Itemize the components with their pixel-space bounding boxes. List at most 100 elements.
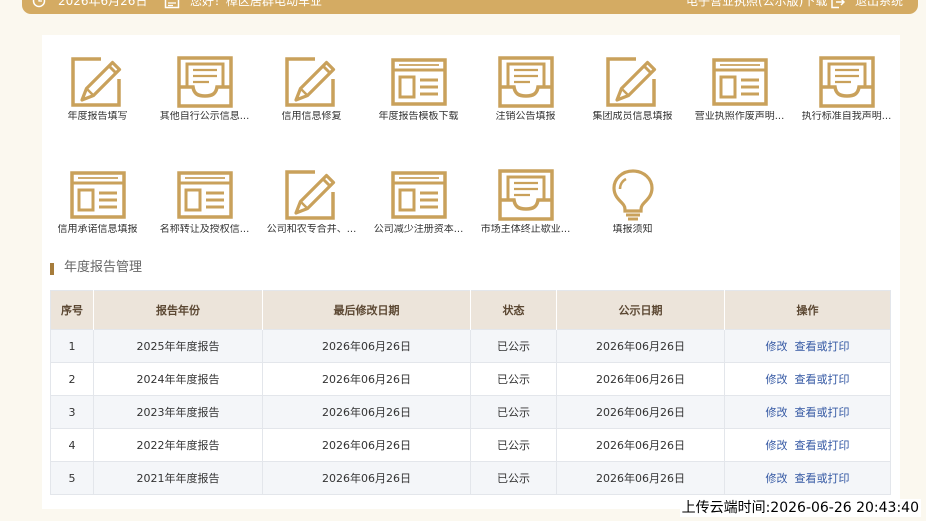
edit-icon	[604, 55, 662, 109]
cell-no: 3	[50, 395, 94, 429]
column-header-modified: 最后修改日期	[262, 290, 471, 330]
column-header-no: 序号	[50, 290, 94, 330]
current-date: 2026年6月26日	[58, 0, 148, 8]
cell-actions: 修改 查看或打印	[724, 395, 891, 429]
cell-status: 已公示	[470, 428, 557, 462]
form-icon	[711, 55, 769, 109]
menu-capital-reduction[interactable]: 公司减少注册资本...	[365, 168, 472, 236]
menu-filing-instructions[interactable]: 填报须知	[579, 168, 686, 236]
top-bar: 2026年6月26日 您好！樟区居群电动车业 电子营业执照(公示版)下载 退出系…	[22, 0, 918, 14]
table-row: 1 2025年年度报告 2026年06月26日 已公示 2026年06月26日 …	[50, 329, 891, 363]
column-header-status: 状态	[470, 290, 557, 330]
cell-modified: 2026年06月26日	[262, 329, 471, 363]
menu-item-label: 营业执照作废声明...	[694, 111, 785, 122]
form-icon	[390, 55, 448, 109]
edit-link[interactable]: 修改	[766, 406, 788, 419]
logout-link[interactable]: 退出系统	[855, 0, 903, 9]
menu-annual-report-fill[interactable]: 年度报告填写	[44, 55, 151, 123]
form-icon	[176, 168, 234, 222]
user-card-icon	[164, 0, 180, 9]
menu-merger[interactable]: 公司和农专合并、...	[258, 168, 365, 236]
edit-icon	[69, 55, 127, 109]
clock-icon	[32, 0, 46, 8]
section-title: 年度报告管理	[64, 260, 143, 275]
cell-published: 2026年06月26日	[556, 395, 725, 429]
view-print-link[interactable]: 查看或打印	[795, 373, 850, 386]
cell-actions: 修改 查看或打印	[724, 329, 891, 363]
cell-published: 2026年06月26日	[556, 428, 725, 462]
menu-item-label: 公司和农专合并、...	[266, 224, 357, 235]
menu-license-void-statement[interactable]: 营业执照作废声明...	[686, 55, 793, 123]
menu-template-download[interactable]: 年度报告模板下载	[365, 55, 472, 123]
cell-no: 4	[50, 428, 94, 462]
cell-modified: 2026年06月26日	[262, 362, 471, 396]
view-print-link[interactable]: 查看或打印	[795, 340, 850, 353]
form-icon	[69, 168, 127, 222]
section-title-marker	[50, 263, 54, 275]
cell-year: 2021年年度报告	[93, 461, 263, 495]
cell-modified: 2026年06月26日	[262, 428, 471, 462]
edit-link[interactable]: 修改	[766, 472, 788, 485]
form-icon	[390, 168, 448, 222]
column-header-actions: 操作	[724, 290, 891, 330]
menu-item-label: 信用信息修复	[281, 111, 342, 122]
cell-published: 2026年06月26日	[556, 362, 725, 396]
menu-item-label: 集团成员信息填报	[592, 111, 673, 122]
table-row: 4 2022年年度报告 2026年06月26日 已公示 2026年06月26日 …	[50, 428, 891, 462]
upload-time-stamp: 上传云端时间:2026-06-26 20:43:40	[679, 499, 921, 517]
menu-deregistration-notice[interactable]: 注销公告填报	[472, 55, 579, 123]
menu-item-label: 信用承诺信息填报	[57, 224, 138, 235]
menu-business-suspension[interactable]: 市场主体终止歇业...	[472, 168, 579, 236]
logout-icon[interactable]	[830, 0, 845, 10]
view-print-link[interactable]: 查看或打印	[795, 472, 850, 485]
cell-actions: 修改 查看或打印	[724, 461, 891, 495]
cell-status: 已公示	[470, 329, 557, 363]
view-print-link[interactable]: 查看或打印	[795, 406, 850, 419]
edit-icon	[283, 168, 341, 222]
cell-year: 2023年年度报告	[93, 395, 263, 429]
cell-modified: 2026年06月26日	[262, 395, 471, 429]
menu-item-label: 年度报告模板下载	[378, 111, 459, 122]
inbox-icon	[176, 55, 234, 109]
inbox-icon	[497, 168, 555, 222]
menu-item-label: 年度报告填写	[67, 111, 128, 122]
cell-modified: 2026年06月26日	[262, 461, 471, 495]
menu-item-label: 名称转让及授权信...	[159, 224, 250, 235]
license-download-link[interactable]: 电子营业执照(公示版)下载	[686, 0, 827, 9]
function-menu-row-2: 信用承诺信息填报 名称转让及授权信... 公司和农专合并、... 公司减少注册资…	[44, 168, 686, 236]
view-print-link[interactable]: 查看或打印	[795, 439, 850, 452]
menu-name-transfer[interactable]: 名称转让及授权信...	[151, 168, 258, 236]
cell-actions: 修改 查看或打印	[724, 428, 891, 462]
lightbulb-icon	[604, 168, 662, 222]
inbox-icon	[497, 55, 555, 109]
greeting-text: 您好！樟区居群电动车业	[190, 0, 323, 8]
table-row: 3 2023年年度报告 2026年06月26日 已公示 2026年06月26日 …	[50, 395, 891, 429]
table-header-row: 序号 报告年份 最后修改日期 状态 公示日期 操作	[50, 290, 891, 330]
menu-credit-commitment[interactable]: 信用承诺信息填报	[44, 168, 151, 236]
cell-status: 已公示	[470, 461, 557, 495]
menu-item-label: 执行标准自我声明...	[801, 111, 892, 122]
cell-no: 2	[50, 362, 94, 396]
function-menu-row-1: 年度报告填写 其他自行公示信息... 信用信息修复 年度报告模板下载 注销公告填…	[44, 55, 900, 123]
table-row: 2 2024年年度报告 2026年06月26日 已公示 2026年06月26日 …	[50, 362, 891, 396]
cell-year: 2025年年度报告	[93, 329, 263, 363]
menu-group-member-info[interactable]: 集团成员信息填报	[579, 55, 686, 123]
edit-link[interactable]: 修改	[766, 439, 788, 452]
edit-link[interactable]: 修改	[766, 340, 788, 353]
menu-item-label: 市场主体终止歇业...	[480, 224, 571, 235]
menu-item-label: 注销公告填报	[495, 111, 556, 122]
menu-credit-repair[interactable]: 信用信息修复	[258, 55, 365, 123]
edit-link[interactable]: 修改	[766, 373, 788, 386]
cell-published: 2026年06月26日	[556, 461, 725, 495]
cell-year: 2022年年度报告	[93, 428, 263, 462]
cell-no: 1	[50, 329, 94, 363]
cell-year: 2024年年度报告	[93, 362, 263, 396]
inbox-icon	[818, 55, 876, 109]
menu-other-self-disclosure[interactable]: 其他自行公示信息...	[151, 55, 258, 123]
menu-standard-self-declaration[interactable]: 执行标准自我声明...	[793, 55, 900, 123]
cell-status: 已公示	[470, 362, 557, 396]
cell-no: 5	[50, 461, 94, 495]
cell-actions: 修改 查看或打印	[724, 362, 891, 396]
column-header-year: 报告年份	[93, 290, 263, 330]
column-header-published: 公示日期	[556, 290, 725, 330]
